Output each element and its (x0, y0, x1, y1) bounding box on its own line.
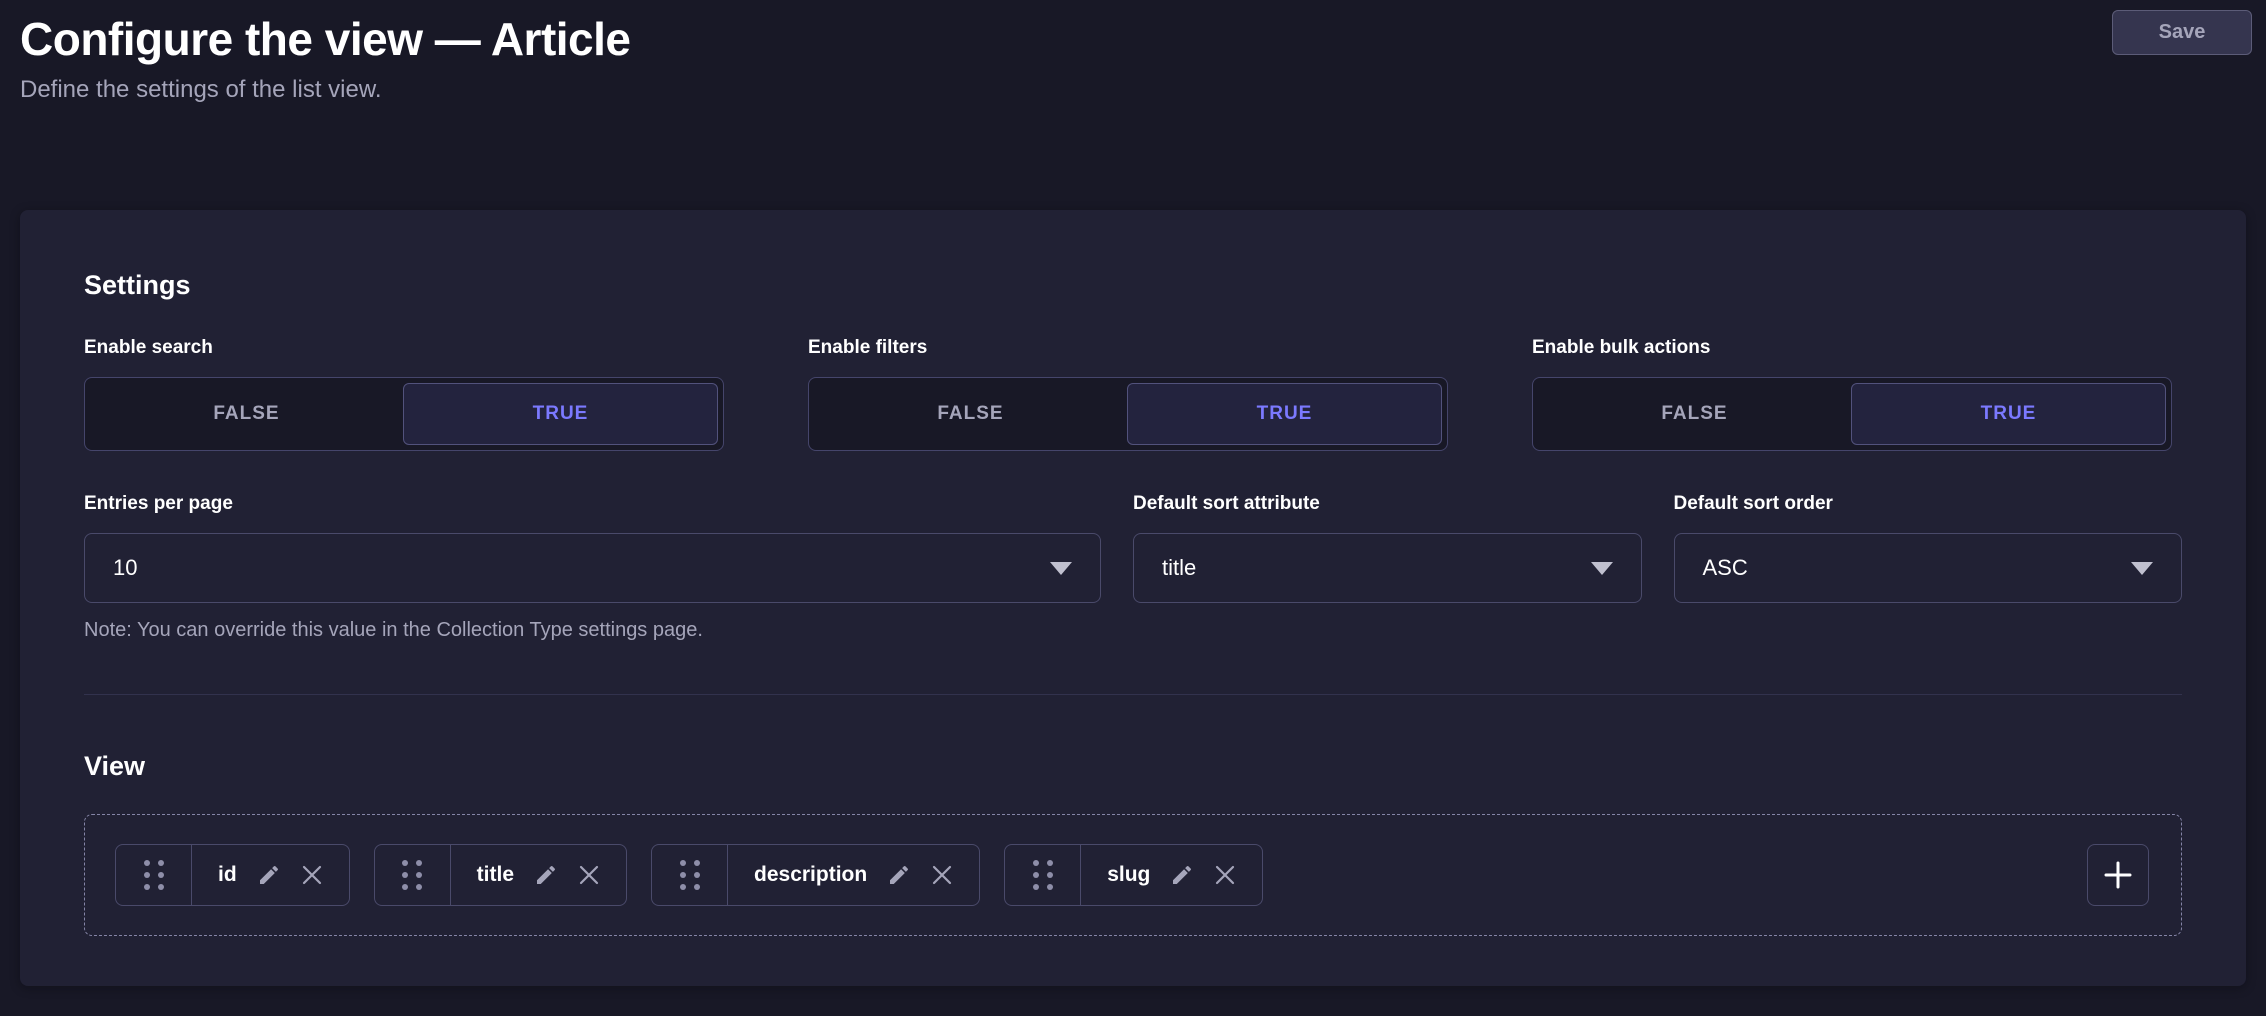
enable-bulk-actions-toggle: FALSE TRUE (1532, 377, 2172, 451)
default-sort-attribute-label: Default sort attribute (1133, 493, 1642, 515)
default-sort-attribute-value: title (1162, 555, 1196, 581)
entries-per-page-select[interactable]: 10 (84, 533, 1101, 603)
field-chip[interactable]: id (115, 844, 350, 906)
default-sort-order-select[interactable]: ASC (1674, 533, 2183, 603)
enable-filters-false-option[interactable]: FALSE (814, 383, 1127, 445)
field-chip-label: slug (1107, 863, 1150, 887)
entries-per-page-field: Entries per page 10 Note: You can overri… (84, 493, 1101, 642)
pencil-icon (257, 863, 281, 887)
add-field-button[interactable] (2087, 844, 2149, 906)
settings-heading: Settings (84, 270, 2182, 301)
edit-field-button[interactable] (887, 863, 911, 887)
pencil-icon (887, 863, 911, 887)
close-icon (931, 864, 953, 886)
edit-field-button[interactable] (257, 863, 281, 887)
drag-handle-icon[interactable] (116, 845, 192, 905)
enable-bulk-actions-true-option[interactable]: TRUE (1851, 383, 2166, 445)
enable-search-false-option[interactable]: FALSE (90, 383, 403, 445)
field-chip[interactable]: slug (1004, 844, 1263, 906)
drag-handle-icon[interactable] (1005, 845, 1081, 905)
pencil-icon (1170, 863, 1194, 887)
default-sort-attribute-select[interactable]: title (1133, 533, 1642, 603)
drag-handle-icon[interactable] (375, 845, 451, 905)
save-button[interactable]: Save (2112, 10, 2252, 55)
page-title: Configure the view — Article (20, 10, 2246, 66)
settings-panel: Settings Enable search FALSE TRUE Enable… (20, 210, 2246, 986)
close-icon (1214, 864, 1236, 886)
default-sort-order-field: Default sort order ASC (1674, 493, 2183, 642)
remove-field-button[interactable] (931, 864, 953, 886)
enable-bulk-actions-false-option[interactable]: FALSE (1538, 383, 1851, 445)
select-row: Entries per page 10 Note: You can overri… (84, 493, 2182, 642)
chevron-down-icon (2131, 562, 2153, 575)
enable-filters-label: Enable filters (808, 337, 1458, 359)
remove-field-button[interactable] (578, 864, 600, 886)
entries-per-page-label: Entries per page (84, 493, 1101, 515)
chevron-down-icon (1050, 562, 1072, 575)
enable-search-label: Enable search (84, 337, 734, 359)
edit-field-button[interactable] (1170, 863, 1194, 887)
pencil-icon (534, 863, 558, 887)
drag-handle-icon[interactable] (652, 845, 728, 905)
field-drop-zone: id title description (84, 814, 2182, 936)
default-sort-order-value: ASC (1703, 555, 1748, 581)
close-icon (578, 864, 600, 886)
enable-search-true-option[interactable]: TRUE (403, 383, 718, 445)
enable-bulk-actions-field: Enable bulk actions FALSE TRUE (1532, 337, 2182, 451)
toggle-row: Enable search FALSE TRUE Enable filters … (84, 337, 2182, 451)
field-chip-label: id (218, 863, 237, 887)
entries-per-page-note: Note: You can override this value in the… (84, 619, 1101, 642)
enable-search-toggle: FALSE TRUE (84, 377, 724, 451)
close-icon (301, 864, 323, 886)
page-header: Configure the view — Article Define the … (0, 0, 2266, 210)
page-subtitle: Define the settings of the list view. (20, 76, 2246, 104)
field-chip-label: title (477, 863, 514, 887)
section-divider (84, 694, 2182, 695)
remove-field-button[interactable] (301, 864, 323, 886)
enable-filters-toggle: FALSE TRUE (808, 377, 1448, 451)
remove-field-button[interactable] (1214, 864, 1236, 886)
enable-bulk-actions-label: Enable bulk actions (1532, 337, 2182, 359)
field-chip[interactable]: title (374, 844, 627, 906)
enable-search-field: Enable search FALSE TRUE (84, 337, 734, 451)
plus-icon (2103, 860, 2133, 890)
enable-filters-true-option[interactable]: TRUE (1127, 383, 1442, 445)
enable-filters-field: Enable filters FALSE TRUE (808, 337, 1458, 451)
field-chip[interactable]: description (651, 844, 980, 906)
field-chip-label: description (754, 863, 867, 887)
chevron-down-icon (1591, 562, 1613, 575)
view-heading: View (84, 751, 2182, 782)
edit-field-button[interactable] (534, 863, 558, 887)
default-sort-order-label: Default sort order (1674, 493, 2183, 515)
default-sort-attribute-field: Default sort attribute title (1133, 493, 1642, 642)
entries-per-page-value: 10 (113, 555, 137, 581)
